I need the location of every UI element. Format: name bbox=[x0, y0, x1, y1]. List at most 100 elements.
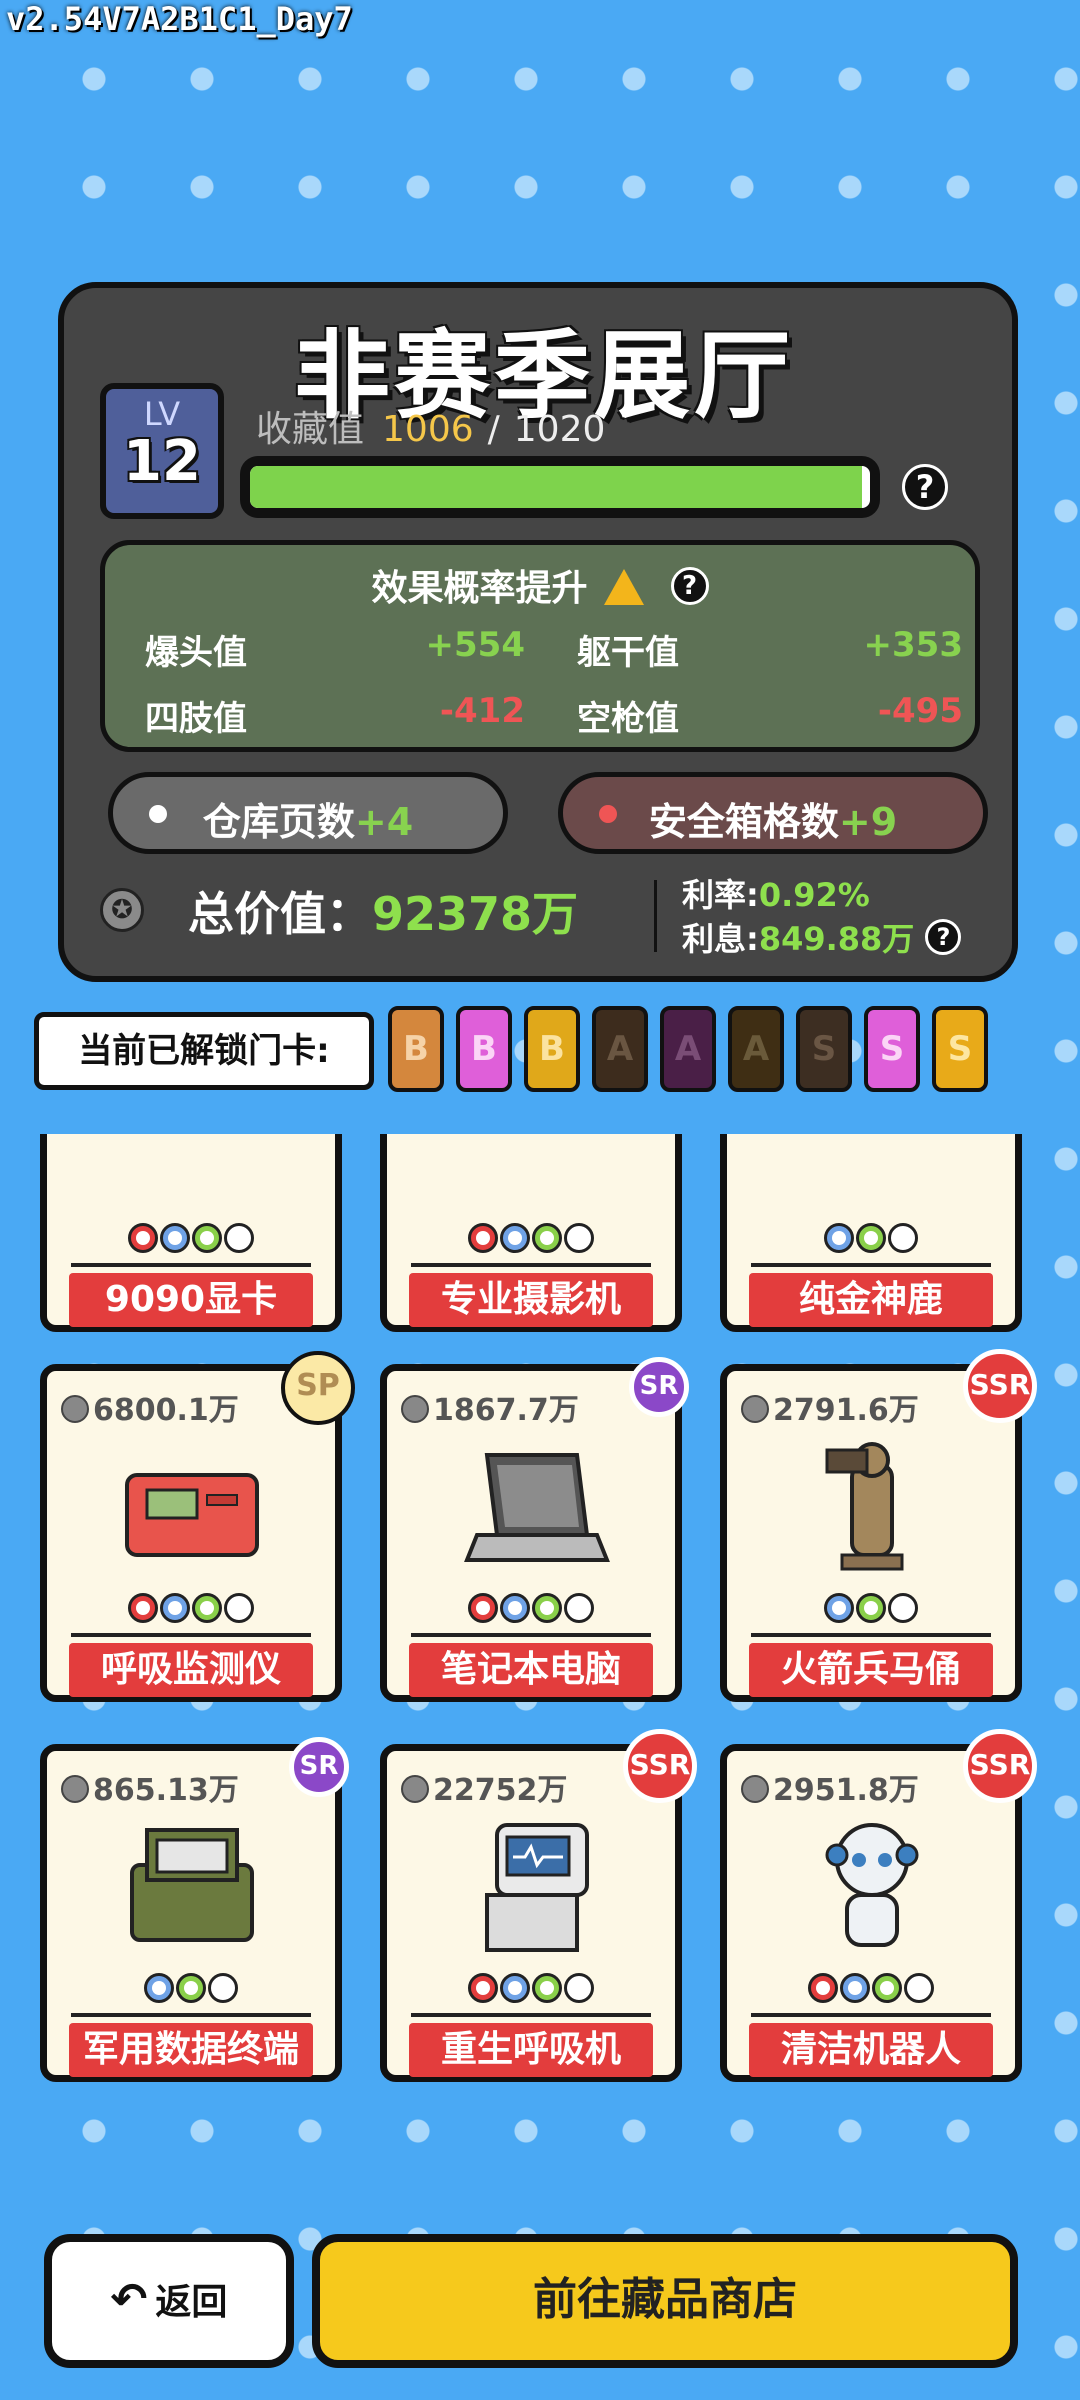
slot-icon bbox=[888, 1223, 918, 1253]
slot-icon bbox=[888, 1593, 918, 1623]
slot-icon bbox=[144, 1973, 174, 2003]
terracotta-icon bbox=[787, 1435, 957, 1585]
collect-progress-bar bbox=[240, 456, 880, 518]
level-number: 12 bbox=[123, 429, 201, 494]
item-price: 2951.8万 bbox=[741, 1765, 919, 1809]
slot-icon bbox=[128, 1223, 158, 1253]
rarity-badge: SR bbox=[629, 1357, 689, 1417]
item-name: 军用数据终端 bbox=[69, 2023, 313, 2077]
stat-label-torso: 躯干值 bbox=[577, 633, 679, 673]
slot-icon bbox=[500, 1973, 530, 2003]
interest-help-icon[interactable]: ? bbox=[925, 919, 962, 955]
door-card-s: S bbox=[796, 1006, 852, 1092]
item-slot-row bbox=[47, 1223, 335, 1257]
slot-icon bbox=[824, 1223, 854, 1253]
hall-panel: 非赛季展厅 LV 12 收藏值 1006/1020 ? 效果概率提升 ? 爆头值 … bbox=[58, 282, 1018, 982]
slot-icon bbox=[856, 1223, 886, 1253]
rarity-badge: SSR bbox=[963, 1729, 1037, 1803]
item-slot-row bbox=[387, 1223, 675, 1257]
door-card-b: B bbox=[388, 1006, 444, 1092]
effect-help-icon[interactable]: ? bbox=[670, 567, 709, 605]
rarity-badge: SSR bbox=[623, 1729, 697, 1803]
collection-item-card[interactable]: 9090显卡 bbox=[40, 1134, 342, 1332]
slot-icon bbox=[564, 1593, 594, 1623]
collection-item-card[interactable]: 6800.1万呼吸监测仪 SP bbox=[40, 1351, 355, 1702]
slot-icon bbox=[564, 1223, 594, 1253]
back-button[interactable]: ↶ 返回 bbox=[44, 2234, 294, 2368]
interest-row: 利息:849.88万 ? bbox=[682, 914, 962, 960]
collection-item-card[interactable]: 纯金神鹿 bbox=[720, 1134, 1022, 1332]
slot-icon bbox=[468, 1223, 498, 1253]
item-divider bbox=[71, 1633, 311, 1637]
item-divider bbox=[751, 2013, 991, 2017]
unlocked-doors-label: 当前已解锁门卡: bbox=[34, 1012, 374, 1090]
slot-icon bbox=[176, 1973, 206, 2003]
item-slot-row bbox=[47, 1973, 335, 2007]
coin-icon bbox=[741, 1774, 769, 1803]
item-divider bbox=[751, 1633, 991, 1637]
slot-icon bbox=[128, 1593, 158, 1623]
item-name: 重生呼吸机 bbox=[409, 2023, 653, 2077]
collection-item-card[interactable]: 22752万重生呼吸机 SSR bbox=[380, 1729, 697, 2082]
safebox-bonus: +9 bbox=[838, 800, 898, 844]
collect-value-row: 收藏值 1006 / 1020 bbox=[256, 400, 605, 452]
collection-item-card[interactable]: 2791.6万 火箭兵马俑 SSR bbox=[720, 1349, 1037, 1702]
slot-icon bbox=[500, 1223, 530, 1253]
door-card-b: B bbox=[456, 1006, 512, 1092]
collect-max: 1020 bbox=[513, 409, 606, 450]
coin-icon bbox=[401, 1394, 429, 1423]
collection-item-card[interactable]: 专业摄影机 bbox=[380, 1134, 682, 1332]
warehouse-pages-button[interactable]: 仓库页数+4 bbox=[108, 772, 508, 854]
item-divider bbox=[71, 1263, 311, 1267]
slot-icon bbox=[224, 1223, 254, 1253]
rarity-badge: SSR bbox=[963, 1349, 1037, 1423]
effect-title-row: 效果概率提升 ? bbox=[105, 559, 975, 611]
item-name: 9090显卡 bbox=[69, 1273, 313, 1327]
gpu-icon bbox=[107, 1134, 277, 1215]
slot-icon bbox=[208, 1973, 238, 2003]
collect-help-icon[interactable]: ? bbox=[902, 464, 948, 510]
item-slot-row bbox=[47, 1593, 335, 1627]
item-divider bbox=[751, 1263, 991, 1267]
slot-icon bbox=[824, 1593, 854, 1623]
rarity-badge: SP bbox=[281, 1351, 355, 1425]
stat-label-limbs: 四肢值 bbox=[145, 699, 247, 739]
slot-icon bbox=[468, 1593, 498, 1623]
stat-value-headshot: +554 bbox=[425, 625, 525, 665]
interest-value: 849.88万 bbox=[758, 920, 915, 958]
item-name: 呼吸监测仪 bbox=[69, 1643, 313, 1697]
laptop-icon bbox=[447, 1435, 617, 1585]
safebox-label: 安全箱格数 bbox=[648, 800, 839, 844]
item-slot-row bbox=[727, 1973, 1015, 2007]
collection-item-card[interactable]: 2951.8万 清洁机器人 SSR bbox=[720, 1729, 1037, 2082]
rate-label: 利率: bbox=[682, 876, 759, 914]
effect-title: 效果概率提升 bbox=[371, 568, 588, 609]
item-price: 865.13万 bbox=[61, 1765, 239, 1809]
item-slot-row bbox=[727, 1223, 1015, 1257]
slot-icon bbox=[564, 1973, 594, 2003]
interest-label: 利息: bbox=[682, 920, 759, 958]
rate-value: 0.92% bbox=[758, 876, 870, 914]
slot-icon bbox=[468, 1973, 498, 2003]
item-price: 22752万 bbox=[401, 1765, 567, 1809]
slot-icon bbox=[160, 1593, 190, 1623]
safebox-slots-button[interactable]: 安全箱格数+9 bbox=[558, 772, 988, 854]
monitor-icon bbox=[107, 1435, 277, 1585]
camera-icon bbox=[447, 1134, 617, 1215]
item-slot-row bbox=[387, 1973, 675, 2007]
item-price: 1867.7万 bbox=[401, 1385, 579, 1429]
collection-item-card[interactable]: 865.13万 军用数据终端 SR bbox=[40, 1737, 349, 2082]
stat-label-headshot: 爆头值 bbox=[145, 633, 247, 673]
slot-icon bbox=[808, 1973, 838, 2003]
item-price: 6800.1万 bbox=[61, 1385, 239, 1429]
total-value: 92378万 bbox=[372, 887, 579, 941]
collection-item-card[interactable]: 1867.7万 笔记本电脑 SR bbox=[380, 1357, 689, 1702]
slot-icon bbox=[856, 1593, 886, 1623]
collect-current: 1006 bbox=[382, 409, 474, 450]
slot-icon bbox=[160, 1223, 190, 1253]
item-divider bbox=[411, 2013, 651, 2017]
collection-shop-button[interactable]: 前往藏品商店 bbox=[312, 2234, 1018, 2368]
coin-icon bbox=[741, 1394, 769, 1423]
stat-label-miss: 空枪值 bbox=[577, 699, 679, 739]
collection-grid[interactable]: 9090显卡 专业摄影机 纯金神鹿 6800.1万呼吸监测仪 SP 1867.7万 笔记本电… bbox=[0, 1134, 1080, 2094]
